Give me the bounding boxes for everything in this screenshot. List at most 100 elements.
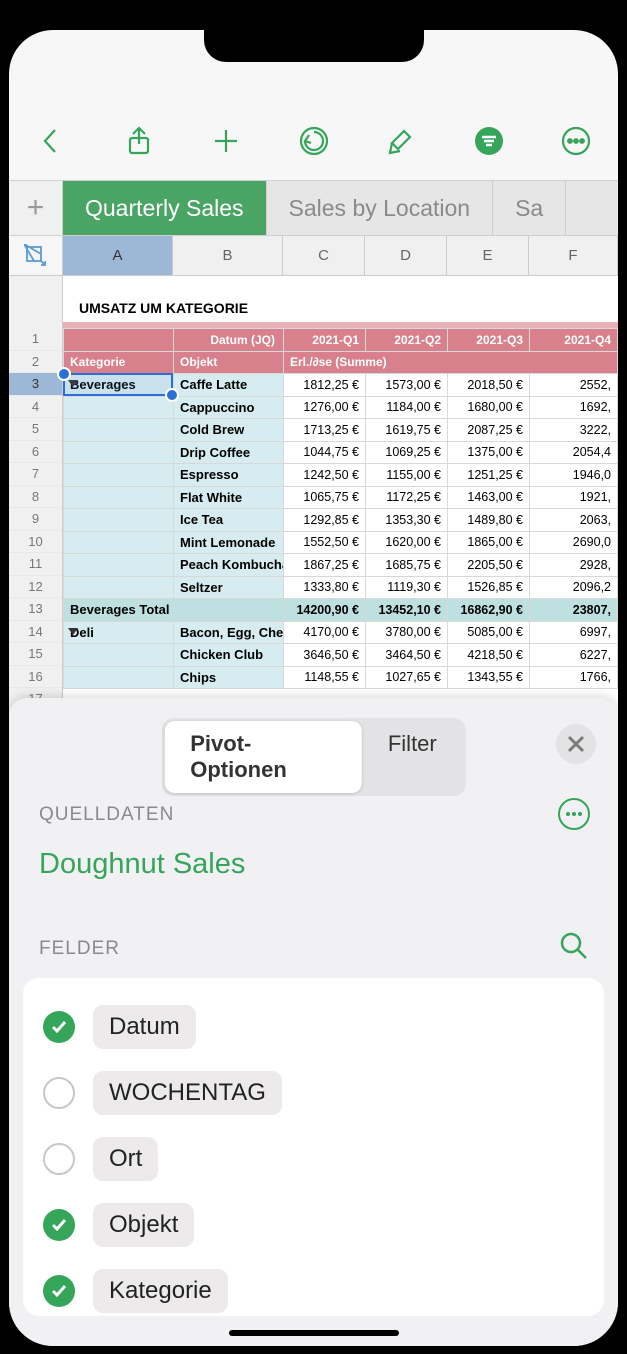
value-cell[interactable]: 1526,85 €: [448, 576, 530, 599]
value-cell[interactable]: 2552,: [530, 374, 618, 397]
value-cell[interactable]: 1619,75 €: [366, 419, 448, 442]
object-cell[interactable]: Seltzer: [174, 576, 284, 599]
value-cell[interactable]: 1353,30 €: [366, 509, 448, 532]
value-cell[interactable]: 6227,: [530, 644, 618, 667]
object-cell[interactable]: Espresso: [174, 464, 284, 487]
value-cell[interactable]: 2690,0: [530, 531, 618, 554]
row-num[interactable]: 7: [9, 463, 62, 486]
category-cell[interactable]: Deli: [64, 621, 174, 644]
select-all-corner[interactable]: [9, 236, 63, 275]
value-cell[interactable]: 2205,50 €: [448, 554, 530, 577]
row-num[interactable]: 14: [9, 621, 62, 644]
value-cell[interactable]: 1620,00 €: [366, 531, 448, 554]
value-cell[interactable]: 1680,00 €: [448, 396, 530, 419]
more-button[interactable]: [554, 119, 598, 163]
filter-button[interactable]: [467, 119, 511, 163]
field-pill[interactable]: Ort: [93, 1137, 158, 1181]
value-cell[interactable]: 1865,00 €: [448, 531, 530, 554]
row-num[interactable]: 8: [9, 486, 62, 509]
value-cell[interactable]: 1155,00 €: [366, 464, 448, 487]
field-row[interactable]: Ort: [35, 1126, 592, 1192]
row-num[interactable]: 2: [9, 351, 62, 374]
row-num[interactable]: 5: [9, 418, 62, 441]
value-cell[interactable]: 1946,0: [530, 464, 618, 487]
object-cell[interactable]: Ice Tea: [174, 509, 284, 532]
value-cell[interactable]: 1867,25 €: [284, 554, 366, 577]
checkbox-on-icon[interactable]: [43, 1011, 75, 1043]
value-cell[interactable]: 1276,00 €: [284, 396, 366, 419]
value-cell[interactable]: 1552,50 €: [284, 531, 366, 554]
value-cell[interactable]: 2087,25 €: [448, 419, 530, 442]
value-cell[interactable]: 1044,75 €: [284, 441, 366, 464]
tab-sales-by-location[interactable]: Sales by Location: [267, 181, 494, 235]
field-pill[interactable]: Datum: [93, 1005, 196, 1049]
value-cell[interactable]: 4170,00 €: [284, 621, 366, 644]
source-more-button[interactable]: [558, 798, 590, 830]
search-fields-button[interactable]: [558, 930, 590, 967]
value-cell[interactable]: 1692,: [530, 396, 618, 419]
value-cell[interactable]: 2018,50 €: [448, 374, 530, 397]
value-cell[interactable]: 1375,00 €: [448, 441, 530, 464]
col-E[interactable]: E: [447, 236, 529, 275]
row-num[interactable]: 12: [9, 576, 62, 599]
row-num[interactable]: 16: [9, 666, 62, 689]
col-A[interactable]: A: [63, 236, 173, 275]
value-cell[interactable]: 6997,: [530, 621, 618, 644]
value-cell[interactable]: 3780,00 €: [366, 621, 448, 644]
value-cell[interactable]: 2063,: [530, 509, 618, 532]
value-cell[interactable]: 16862,90 €: [448, 599, 530, 622]
object-cell[interactable]: Chicken Club: [174, 644, 284, 667]
field-pill[interactable]: WOCHENTAG: [93, 1071, 282, 1115]
field-pill[interactable]: Objekt: [93, 1203, 194, 1247]
value-cell[interactable]: 1119,30 €: [366, 576, 448, 599]
value-cell[interactable]: 1251,25 €: [448, 464, 530, 487]
value-cell[interactable]: 1766,: [530, 666, 618, 689]
tab-filter[interactable]: Filter: [362, 721, 463, 793]
object-cell[interactable]: Caffe Latte: [174, 374, 284, 397]
col-D[interactable]: D: [365, 236, 447, 275]
value-cell[interactable]: 3646,50 €: [284, 644, 366, 667]
value-cell[interactable]: 1172,25 €: [366, 486, 448, 509]
object-cell[interactable]: Flat White: [174, 486, 284, 509]
tab-quarterly-sales[interactable]: Quarterly Sales: [63, 181, 267, 235]
row-num[interactable]: 1: [9, 328, 62, 351]
value-cell[interactable]: 2096,2: [530, 576, 618, 599]
col-B[interactable]: B: [173, 236, 283, 275]
source-name[interactable]: Doughnut Sales: [39, 848, 245, 881]
checkbox-off-icon[interactable]: [43, 1143, 75, 1175]
value-cell[interactable]: 14200,90 €: [284, 599, 366, 622]
row-num[interactable]: 3: [9, 373, 62, 396]
value-cell[interactable]: 23807,: [530, 599, 618, 622]
value-cell[interactable]: 1921,: [530, 486, 618, 509]
value-cell[interactable]: 1573,00 €: [366, 374, 448, 397]
value-cell[interactable]: 3464,50 €: [366, 644, 448, 667]
value-cell[interactable]: 1333,80 €: [284, 576, 366, 599]
row-num[interactable]: 10: [9, 531, 62, 554]
object-cell[interactable]: Cold Brew: [174, 419, 284, 442]
value-cell[interactable]: 1713,25 €: [284, 419, 366, 442]
object-cell[interactable]: Cappuccino: [174, 396, 284, 419]
value-cell[interactable]: 1148,55 €: [284, 666, 366, 689]
field-row[interactable]: Objekt: [35, 1192, 592, 1258]
value-cell[interactable]: 1292,85 €: [284, 509, 366, 532]
value-cell[interactable]: 13452,10 €: [366, 599, 448, 622]
value-cell[interactable]: 1685,75 €: [366, 554, 448, 577]
value-cell[interactable]: 5085,00 €: [448, 621, 530, 644]
value-cell[interactable]: 1812,25 €: [284, 374, 366, 397]
field-row[interactable]: Kategorie: [35, 1258, 592, 1324]
row-num[interactable]: 13: [9, 598, 62, 621]
value-cell[interactable]: 1027,65 €: [366, 666, 448, 689]
row-num[interactable]: 6: [9, 441, 62, 464]
field-row[interactable]: WOCHENTAG: [35, 1060, 592, 1126]
share-button[interactable]: [117, 119, 161, 163]
tab-truncated[interactable]: Sa: [493, 181, 566, 235]
col-C[interactable]: C: [283, 236, 365, 275]
tab-pivot-optionen[interactable]: Pivot-Optionen: [164, 721, 362, 793]
value-cell[interactable]: 1184,00 €: [366, 396, 448, 419]
row-num[interactable]: 11: [9, 553, 62, 576]
value-cell[interactable]: 1069,25 €: [366, 441, 448, 464]
spreadsheet-grid[interactable]: 1 2 3 4 5 6 7 8 9 10 11 12 13 14 15 16 1…: [9, 276, 618, 730]
value-cell[interactable]: 3222,: [530, 419, 618, 442]
value-cell[interactable]: 1242,50 €: [284, 464, 366, 487]
total-label[interactable]: Beverages Total: [64, 599, 284, 622]
